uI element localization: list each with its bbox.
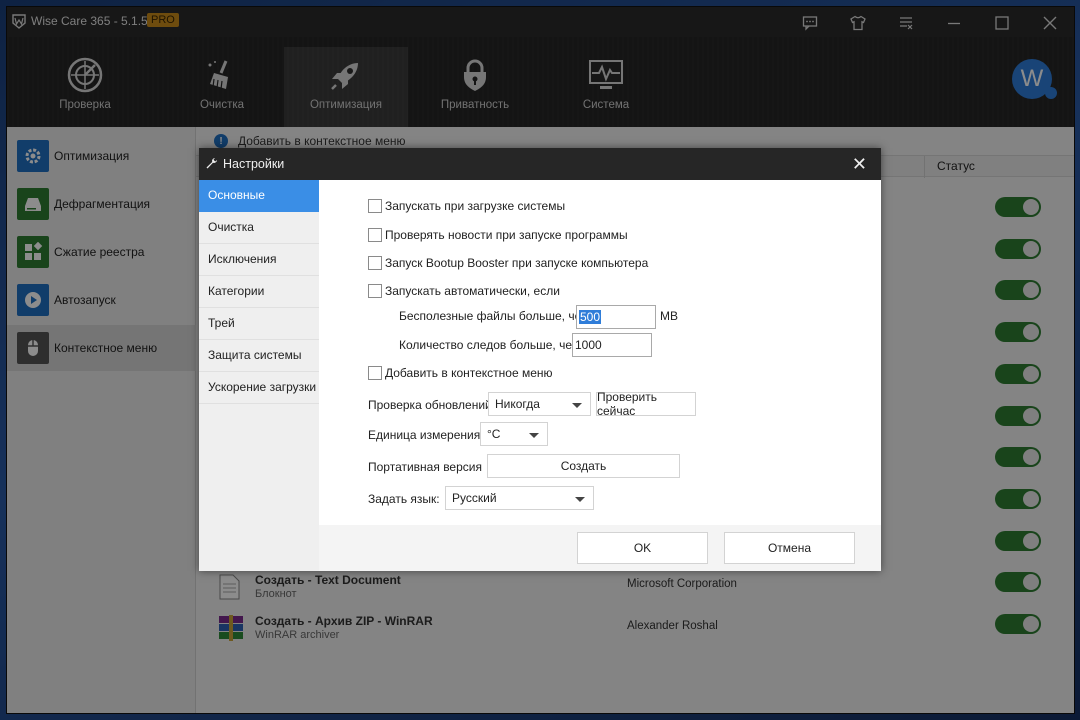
junk-files-label: Бесполезные файлы больше, чем: [399, 309, 590, 323]
unit-value: °C: [487, 427, 501, 441]
updates-label: Проверка обновлений: [368, 398, 492, 412]
settings-tab-boot[interactable]: Ускорение загрузки: [199, 372, 319, 404]
dialog-footer: OK Отмена: [319, 525, 881, 571]
startup-checkbox[interactable]: [368, 199, 382, 213]
auto-run-checkbox[interactable]: [368, 284, 382, 298]
settings-dialog: Настройки ✕ Основные Очистка Исключения …: [199, 148, 881, 571]
chevron-down-icon: [572, 403, 582, 408]
settings-tab-cleaning[interactable]: Очистка: [199, 212, 319, 244]
settings-tab-protection[interactable]: Защита системы: [199, 340, 319, 372]
news-label: Проверять новости при запуске программы: [385, 228, 628, 242]
updates-select[interactable]: Никогда: [488, 392, 591, 416]
chevron-down-icon: [529, 433, 539, 438]
chevron-down-icon: [575, 497, 585, 502]
bootup-checkbox-row[interactable]: Запуск Bootup Booster при запуске компью…: [368, 256, 648, 270]
unit-select[interactable]: °C: [480, 422, 548, 446]
junk-files-value: 500: [579, 310, 602, 324]
auto-run-checkbox-row[interactable]: Запускать автоматически, если: [368, 284, 560, 298]
ok-button[interactable]: OK: [577, 532, 708, 564]
settings-tab-tray[interactable]: Трей: [199, 308, 319, 340]
create-portable-button[interactable]: Создать: [487, 454, 680, 478]
settings-tab-exclusions[interactable]: Исключения: [199, 244, 319, 276]
traces-label: Количество следов больше, чем: [399, 338, 581, 352]
language-value: Русский: [452, 491, 497, 505]
dialog-title: Настройки: [223, 157, 285, 171]
news-checkbox-row[interactable]: Проверять новости при запуске программы: [368, 228, 628, 242]
context-menu-checkbox[interactable]: [368, 366, 382, 380]
dialog-title-bar: Настройки ✕: [199, 148, 881, 180]
junk-files-unit: MB: [660, 309, 678, 323]
check-now-button[interactable]: Проверить сейчас: [596, 390, 696, 418]
unit-label: Единица измерения:: [368, 428, 484, 442]
language-select[interactable]: Русский: [445, 486, 594, 510]
startup-checkbox-row[interactable]: Запускать при загрузке системы: [368, 199, 565, 213]
settings-body: Запускать при загрузке системы Проверять…: [319, 180, 881, 525]
settings-tab-general[interactable]: Основные: [199, 180, 319, 212]
startup-label: Запускать при загрузке системы: [385, 199, 566, 213]
traces-input[interactable]: 1000: [572, 333, 652, 357]
wrench-icon: [206, 158, 217, 169]
context-menu-label: Добавить в контекстное меню: [385, 366, 553, 380]
bootup-checkbox[interactable]: [368, 256, 382, 270]
bootup-label: Запуск Bootup Booster при запуске компью…: [385, 256, 649, 270]
cancel-button[interactable]: Отмена: [724, 532, 855, 564]
auto-run-label: Запускать автоматически, если: [385, 284, 560, 298]
portable-label: Портативная версия: [368, 460, 482, 474]
context-menu-checkbox-row[interactable]: Добавить в контекстное меню: [368, 366, 553, 380]
settings-nav: Основные Очистка Исключения Категории Тр…: [199, 180, 319, 571]
news-checkbox[interactable]: [368, 228, 382, 242]
junk-files-input[interactable]: 500: [576, 305, 656, 329]
dialog-close-icon[interactable]: ✕: [852, 155, 867, 173]
traces-value: 1000: [575, 338, 602, 352]
updates-value: Никогда: [495, 397, 540, 411]
language-label: Задать язык:: [368, 492, 440, 506]
settings-tab-categories[interactable]: Категории: [199, 276, 319, 308]
